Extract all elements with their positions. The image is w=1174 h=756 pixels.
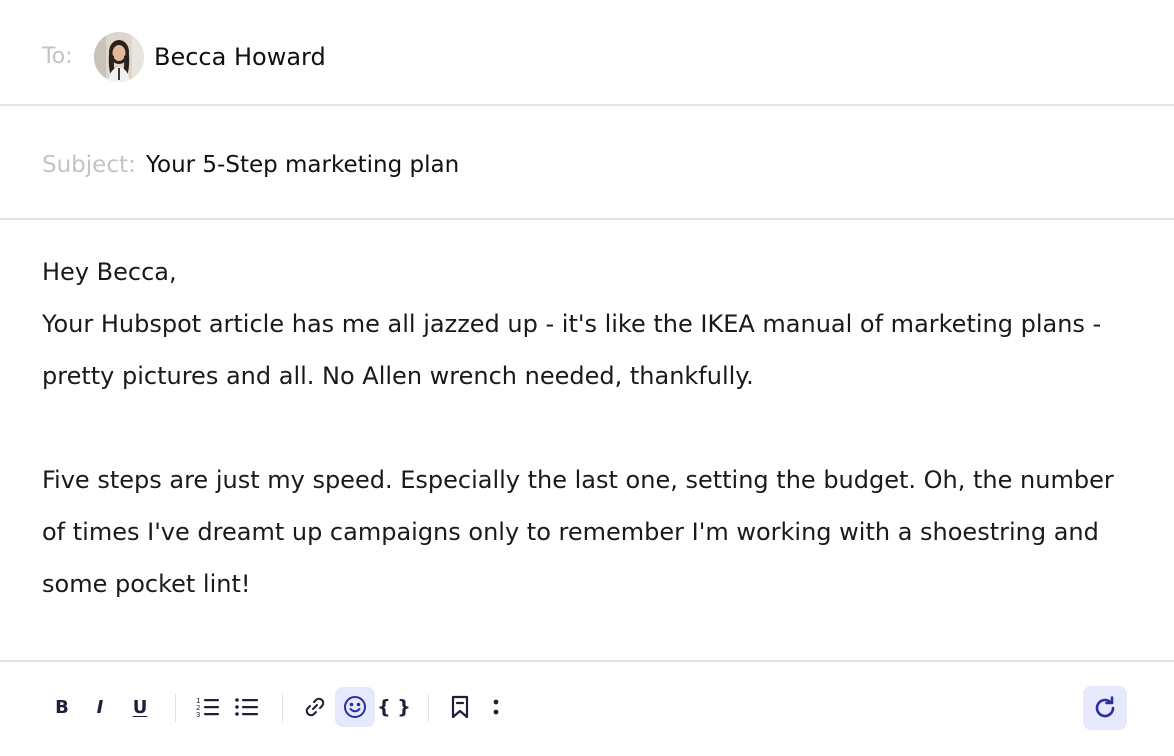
subject-field[interactable]: Your 5-Step marketing plan [146, 151, 459, 179]
bold-button[interactable]: B [44, 689, 80, 725]
emoji-icon [344, 696, 366, 718]
to-label: To: [42, 44, 73, 69]
toolbar-separator [175, 694, 176, 722]
svg-text:3: 3 [196, 711, 200, 719]
refresh-icon [1095, 696, 1115, 718]
link-icon [305, 697, 325, 717]
toolbar-separator [282, 694, 283, 722]
snippet-button[interactable] [442, 689, 478, 725]
recipient-avatar [94, 32, 144, 82]
emoji-button[interactable] [335, 687, 375, 727]
bookmark-icon [451, 695, 469, 719]
link-button[interactable] [297, 689, 333, 725]
email-body[interactable]: Hey Becca, Your Hubspot article has me a… [42, 246, 1142, 610]
bold-icon: B [55, 696, 69, 718]
italic-icon: I [96, 696, 104, 718]
subject-label: Subject: [42, 152, 136, 178]
to-row: To: Becca Howard [0, 0, 1174, 106]
numbered-list-icon: 1 2 3 [196, 697, 219, 719]
recipient-name[interactable]: Becca Howard [154, 43, 326, 71]
more-options-button[interactable] [478, 689, 514, 725]
avatar-image [94, 32, 144, 82]
body-paragraph-1: Your Hubspot article has me all jazzed u… [42, 310, 1102, 390]
formatting-toolbar: B I U 1 2 3 {} [0, 662, 1174, 756]
underline-icon: U [132, 696, 148, 718]
regenerate-button[interactable] [1083, 686, 1127, 730]
italic-button[interactable]: I [82, 689, 118, 725]
variables-button[interactable]: { } [376, 689, 412, 725]
bullet-list-icon [235, 698, 258, 716]
braces-icon: { } [377, 696, 411, 718]
underline-button[interactable]: U [122, 689, 158, 725]
bullet-list-button[interactable] [229, 689, 265, 725]
numbered-list-button[interactable]: 1 2 3 [190, 689, 226, 725]
subject-row: Subject: Your 5-Step marketing plan [0, 106, 1174, 220]
more-vertical-icon [493, 699, 499, 715]
body-paragraph-2: Five steps are just my speed. Especially… [42, 466, 1114, 598]
toolbar-separator [428, 694, 429, 722]
body-greeting: Hey Becca, [42, 258, 177, 286]
